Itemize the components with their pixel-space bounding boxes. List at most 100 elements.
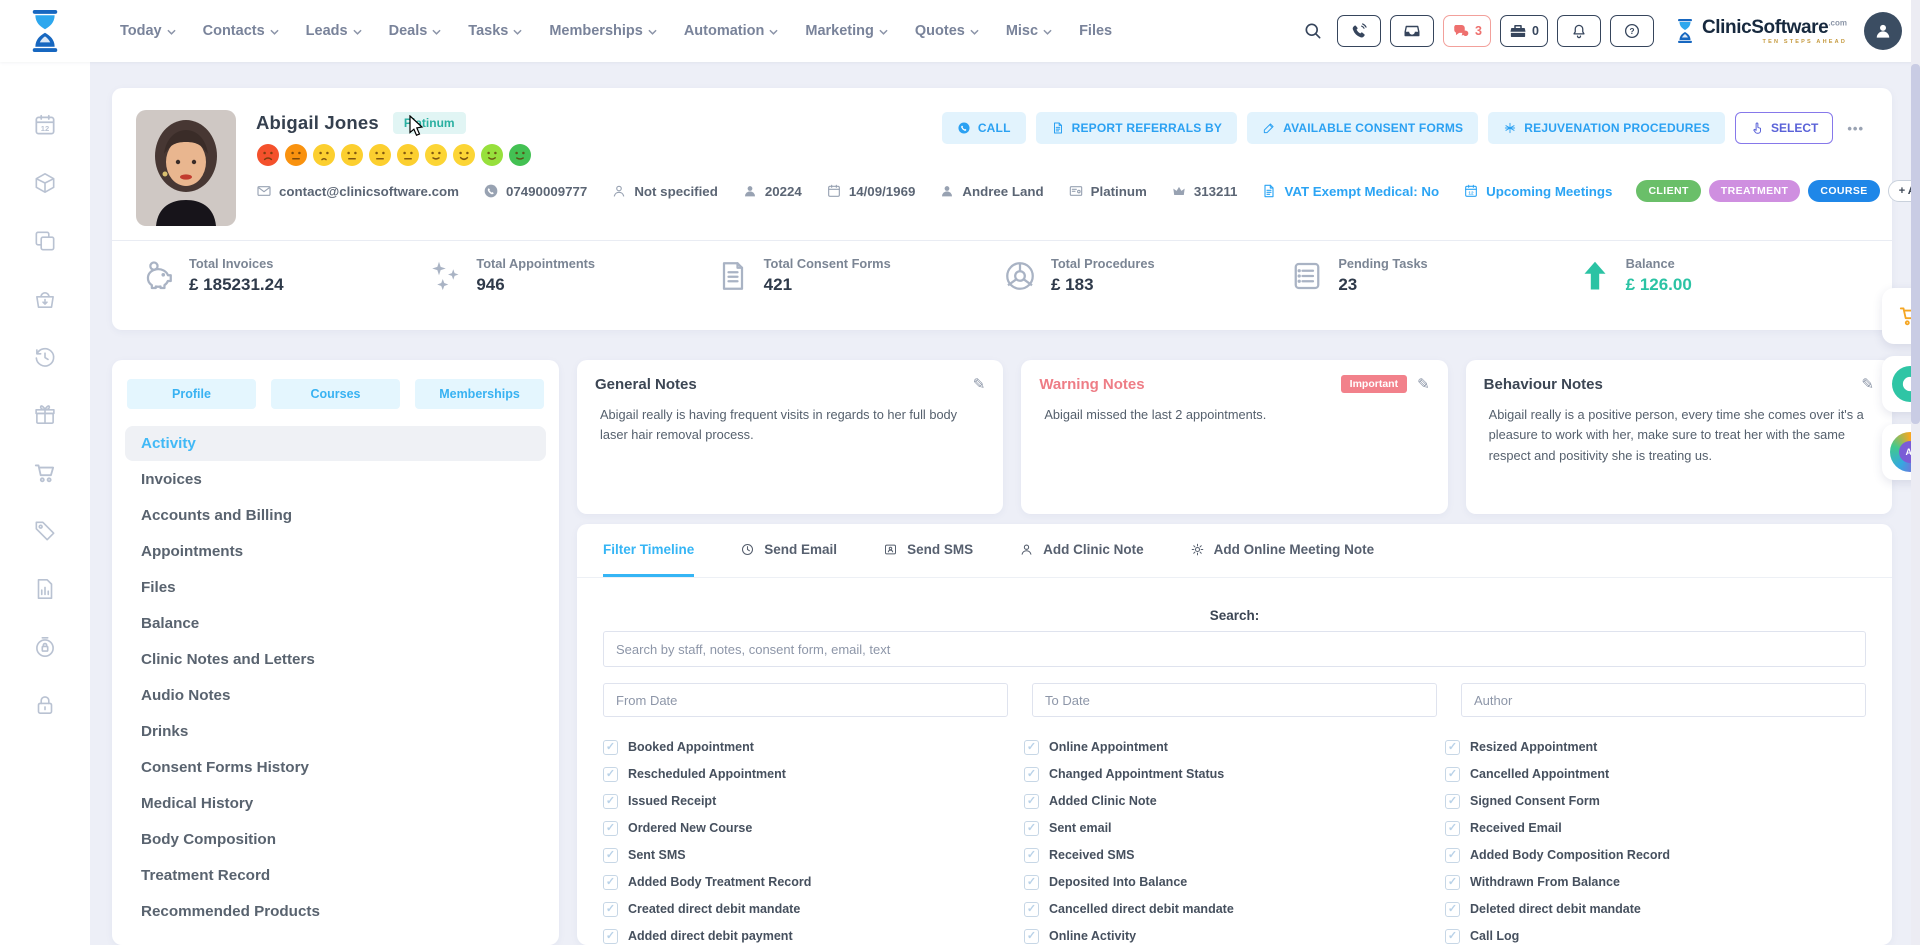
timeline-filter-item[interactable]: ✓ Online Activity bbox=[1024, 928, 1445, 944]
referral-detail[interactable]: Not specified bbox=[611, 183, 718, 199]
scrollbar-thumb[interactable] bbox=[1911, 64, 1920, 424]
checkbox[interactable]: ✓ bbox=[603, 767, 618, 782]
phone-detail[interactable]: 07490009777 bbox=[483, 183, 587, 199]
to-date-input[interactable] bbox=[1032, 683, 1437, 717]
checkbox[interactable]: ✓ bbox=[1445, 767, 1460, 782]
mood-emoji-icon[interactable] bbox=[396, 143, 420, 167]
mood-emoji-icon[interactable] bbox=[284, 143, 308, 167]
checkbox[interactable]: ✓ bbox=[1445, 740, 1460, 755]
checkbox[interactable]: ✓ bbox=[1445, 794, 1460, 809]
timeline-search-input[interactable] bbox=[603, 631, 1866, 667]
timeline-filter-item[interactable]: ✓ Issued Receipt bbox=[603, 793, 1024, 809]
history-icon[interactable] bbox=[31, 344, 59, 372]
mood-emoji-icon[interactable] bbox=[480, 143, 504, 167]
owner-detail[interactable]: Andree Land bbox=[939, 183, 1043, 199]
time-lock-icon[interactable] bbox=[31, 634, 59, 662]
timeline-filter-item[interactable]: ✓ Online Appointment bbox=[1024, 739, 1445, 755]
cart-icon[interactable] bbox=[31, 460, 59, 488]
checkbox[interactable]: ✓ bbox=[1024, 767, 1039, 782]
timeline-filter-item[interactable]: ✓ Call Log bbox=[1445, 928, 1866, 944]
nav-marketing[interactable]: Marketing bbox=[805, 23, 888, 39]
checkbox[interactable]: ✓ bbox=[1024, 794, 1039, 809]
chat-button[interactable]: 3 bbox=[1443, 15, 1491, 47]
mood-emoji-icon[interactable] bbox=[424, 143, 448, 167]
timeline-filter-item[interactable]: ✓ Added direct debit payment bbox=[603, 928, 1024, 944]
tab-courses[interactable]: Courses bbox=[271, 379, 400, 409]
timeline-filter-item[interactable]: ✓ Created direct debit mandate bbox=[603, 901, 1024, 917]
nav-deals[interactable]: Deals bbox=[389, 23, 442, 39]
menu-body-composition[interactable]: Body Composition bbox=[125, 822, 546, 857]
package-icon[interactable] bbox=[31, 170, 59, 198]
checkbox[interactable]: ✓ bbox=[1445, 848, 1460, 863]
mood-emoji-icon[interactable] bbox=[452, 143, 476, 167]
nav-today[interactable]: Today bbox=[120, 23, 176, 39]
gift-icon[interactable] bbox=[31, 402, 59, 430]
available-consent-forms-button[interactable]: AVAILABLE CONSENT FORMS bbox=[1247, 112, 1478, 144]
timeline-filter-item[interactable]: ✓ Ordered New Course bbox=[603, 820, 1024, 836]
nav-contacts[interactable]: Contacts bbox=[203, 23, 279, 39]
timeline-filter-item[interactable]: ✓ Received SMS bbox=[1024, 847, 1445, 863]
rejuvenation-procedures-button[interactable]: REJUVENATION PROCEDURES bbox=[1488, 112, 1725, 144]
checkbox[interactable]: ✓ bbox=[603, 821, 618, 836]
checkbox[interactable]: ✓ bbox=[1024, 821, 1039, 836]
timeline-filter-item[interactable]: ✓ Cancelled Appointment bbox=[1445, 766, 1866, 782]
notifications-button[interactable] bbox=[1557, 15, 1601, 47]
timeline-filter-item[interactable]: ✓ Booked Appointment bbox=[603, 739, 1024, 755]
upcoming-meetings-detail[interactable]: Upcoming Meetings bbox=[1463, 183, 1612, 199]
timeline-filter-item[interactable]: ✓ Sent email bbox=[1024, 820, 1445, 836]
mood-emoji-icon[interactable] bbox=[368, 143, 392, 167]
menu-clinic-notes-and-letters[interactable]: Clinic Notes and Letters bbox=[125, 642, 546, 677]
edit-pencil-icon[interactable]: ✎ bbox=[1417, 375, 1430, 393]
checkbox[interactable]: ✓ bbox=[1024, 740, 1039, 755]
patient-photo[interactable] bbox=[136, 110, 236, 226]
from-date-input[interactable] bbox=[603, 683, 1008, 717]
timeline-filter-item[interactable]: ✓ Received Email bbox=[1445, 820, 1866, 836]
help-button[interactable] bbox=[1610, 15, 1654, 47]
timeline-filter-item[interactable]: ✓ Deleted direct debit mandate bbox=[1445, 901, 1866, 917]
menu-consent-forms-history[interactable]: Consent Forms History bbox=[125, 750, 546, 785]
mood-emoji-icon[interactable] bbox=[312, 143, 336, 167]
mood-emoji-icon[interactable] bbox=[340, 143, 364, 167]
checkbox[interactable]: ✓ bbox=[1024, 902, 1039, 917]
timeline-filter-item[interactable]: ✓ Cancelled direct debit mandate bbox=[1024, 901, 1445, 917]
vat-exempt-detail[interactable]: VAT Exempt Medical: No bbox=[1261, 183, 1439, 199]
tab-memberships[interactable]: Memberships bbox=[415, 379, 544, 409]
user-avatar[interactable] bbox=[1864, 12, 1902, 50]
report-referrals-button[interactable]: REPORT REFERRALS BY bbox=[1036, 112, 1237, 144]
tab-filter-timeline[interactable]: Filter Timeline bbox=[603, 524, 694, 577]
checkbox[interactable]: ✓ bbox=[603, 848, 618, 863]
timeline-filter-item[interactable]: ✓ Resized Appointment bbox=[1445, 739, 1866, 755]
search-icon[interactable] bbox=[1298, 16, 1328, 46]
client-id-detail[interactable]: 20224 bbox=[742, 183, 802, 199]
checkbox[interactable]: ✓ bbox=[603, 929, 618, 944]
menu-recommended-products[interactable]: Recommended Products bbox=[125, 894, 546, 929]
menu-audio-notes[interactable]: Audio Notes bbox=[125, 678, 546, 713]
lock-icon[interactable] bbox=[31, 692, 59, 720]
mood-emoji-icon[interactable] bbox=[508, 143, 532, 167]
checkbox[interactable]: ✓ bbox=[603, 740, 618, 755]
email-detail[interactable]: contact@clinicsoftware.com bbox=[256, 183, 459, 199]
nav-leads[interactable]: Leads bbox=[306, 23, 362, 39]
more-options-button[interactable]: ••• bbox=[1843, 117, 1868, 140]
menu-invoices[interactable]: Invoices bbox=[125, 462, 546, 497]
label-treatment[interactable]: TREATMENT bbox=[1709, 180, 1801, 202]
menu-treatment-record[interactable]: Treatment Record bbox=[125, 858, 546, 893]
select-button[interactable]: SELECT bbox=[1735, 112, 1833, 144]
checkbox[interactable]: ✓ bbox=[1445, 821, 1460, 836]
inbox-button[interactable] bbox=[1390, 15, 1434, 47]
menu-accounts-and-billing[interactable]: Accounts and Billing bbox=[125, 498, 546, 533]
menu-activity[interactable]: Activity bbox=[125, 426, 546, 461]
menu-files[interactable]: Files bbox=[125, 570, 546, 605]
basket-icon[interactable] bbox=[31, 286, 59, 314]
calendar-icon[interactable] bbox=[31, 112, 59, 140]
nav-automation[interactable]: Automation bbox=[684, 23, 779, 39]
checkbox[interactable]: ✓ bbox=[1445, 875, 1460, 890]
loyalty-detail[interactable]: 313211 bbox=[1171, 183, 1238, 199]
tag-icon[interactable] bbox=[31, 518, 59, 546]
timeline-filter-item[interactable]: ✓ Changed Appointment Status bbox=[1024, 766, 1445, 782]
dialer-button[interactable] bbox=[1337, 15, 1381, 47]
dob-detail[interactable]: 14/09/1969 bbox=[826, 183, 916, 199]
tab-add-online-meeting-note[interactable]: Add Online Meeting Note bbox=[1190, 524, 1375, 577]
mood-emoji-icon[interactable] bbox=[256, 143, 280, 167]
report-icon[interactable] bbox=[31, 576, 59, 604]
